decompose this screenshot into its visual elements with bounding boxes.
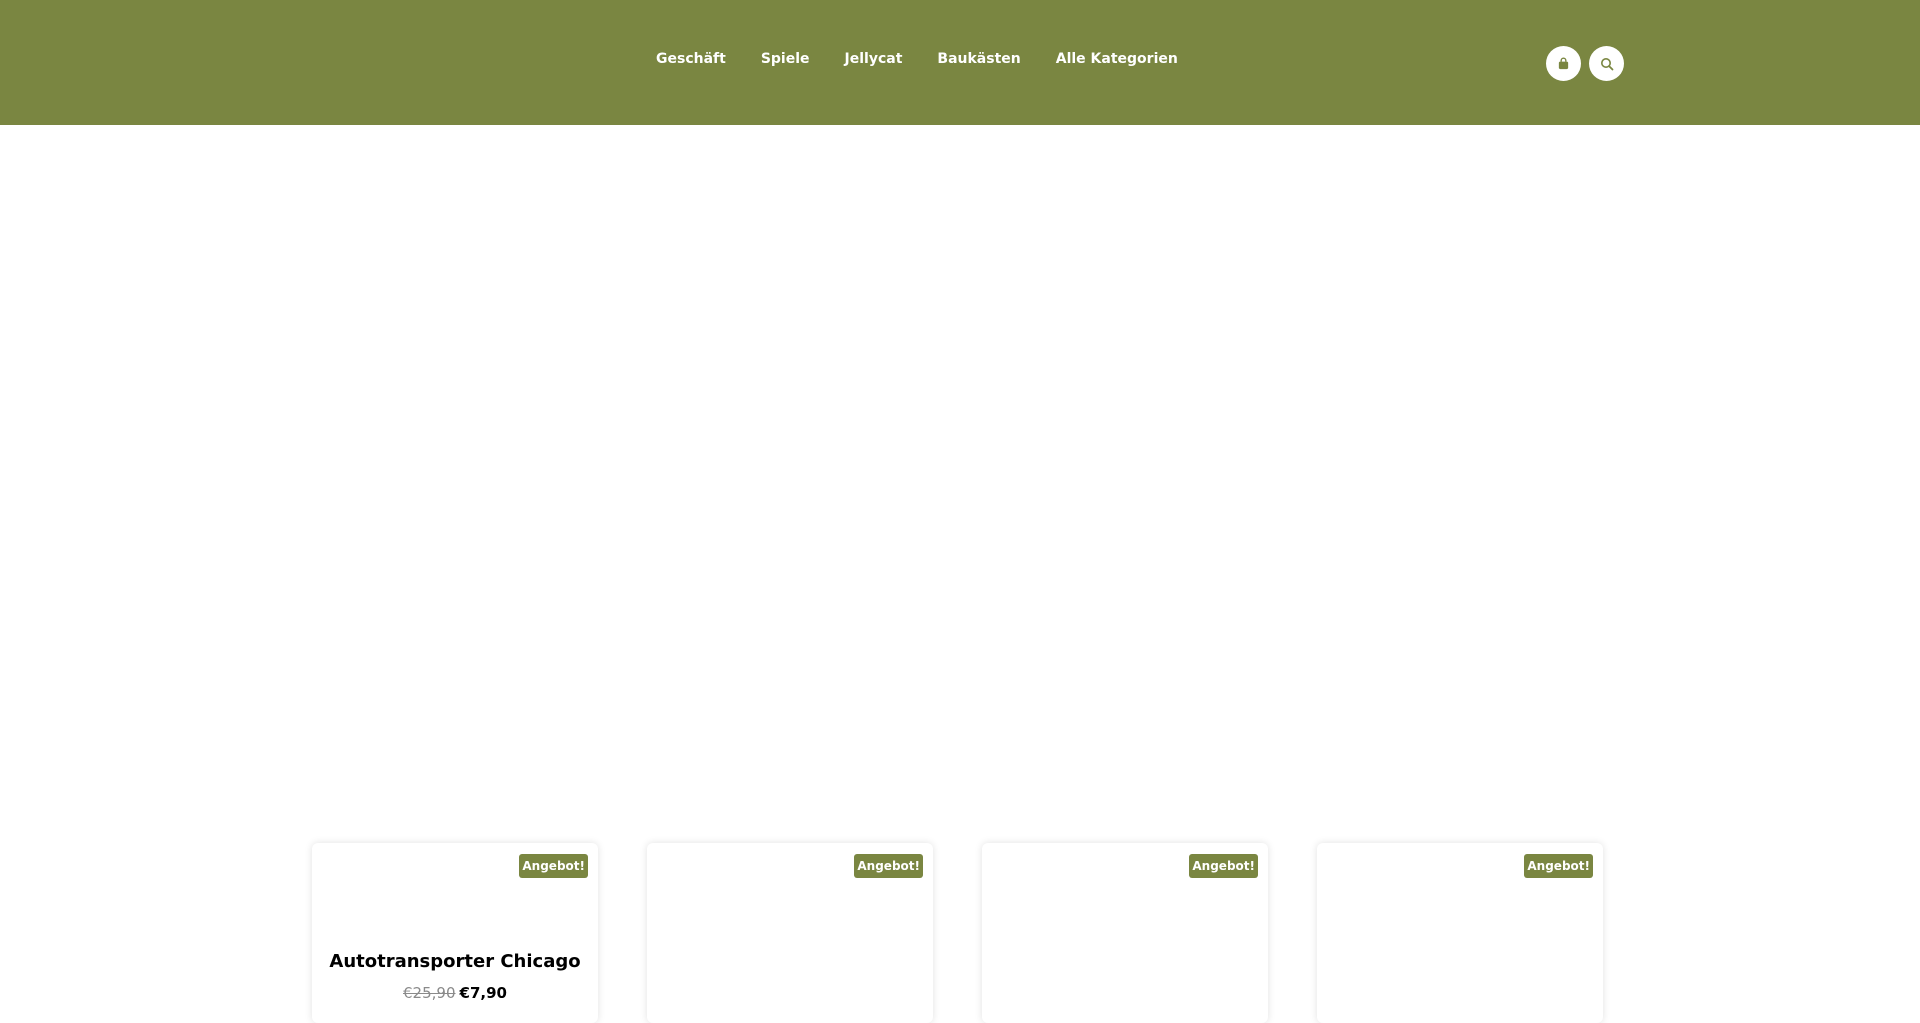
- product-card[interactable]: Angebot! Autotransporter Chicago €25,90 €…: [312, 843, 598, 1023]
- product-title[interactable]: Autotransporter Chicago: [312, 951, 598, 972]
- price-old: €25,90: [403, 984, 456, 1002]
- sale-badge: Angebot!: [1524, 854, 1593, 878]
- cart-button[interactable]: [1546, 46, 1581, 81]
- search-button[interactable]: [1589, 46, 1624, 81]
- product-card[interactable]: Angebot!: [982, 843, 1268, 1023]
- nav-item-baukaesten[interactable]: Baukästen: [937, 51, 1020, 67]
- nav-item-geschaeft[interactable]: Geschäft: [656, 51, 726, 67]
- sale-badge: Angebot!: [854, 854, 923, 878]
- main-navigation: Geschäft Spiele Jellycat Baukästen Alle …: [656, 51, 1213, 67]
- price-new: €7,90: [459, 984, 507, 1002]
- nav-item-spiele[interactable]: Spiele: [761, 51, 810, 67]
- nav-item-alle-kategorien[interactable]: Alle Kategorien: [1056, 51, 1178, 67]
- product-card[interactable]: Angebot!: [647, 843, 933, 1023]
- nav-item-jellycat[interactable]: Jellycat: [845, 51, 903, 67]
- search-icon: [1600, 57, 1614, 71]
- product-price: €25,90 €7,90: [312, 984, 598, 1002]
- shopping-bag-icon: [1557, 57, 1570, 70]
- product-card[interactable]: Angebot!: [1317, 843, 1603, 1023]
- site-header: Geschäft Spiele Jellycat Baukästen Alle …: [0, 0, 1920, 125]
- sale-badge: Angebot!: [1189, 854, 1258, 878]
- sale-badge: Angebot!: [519, 854, 588, 878]
